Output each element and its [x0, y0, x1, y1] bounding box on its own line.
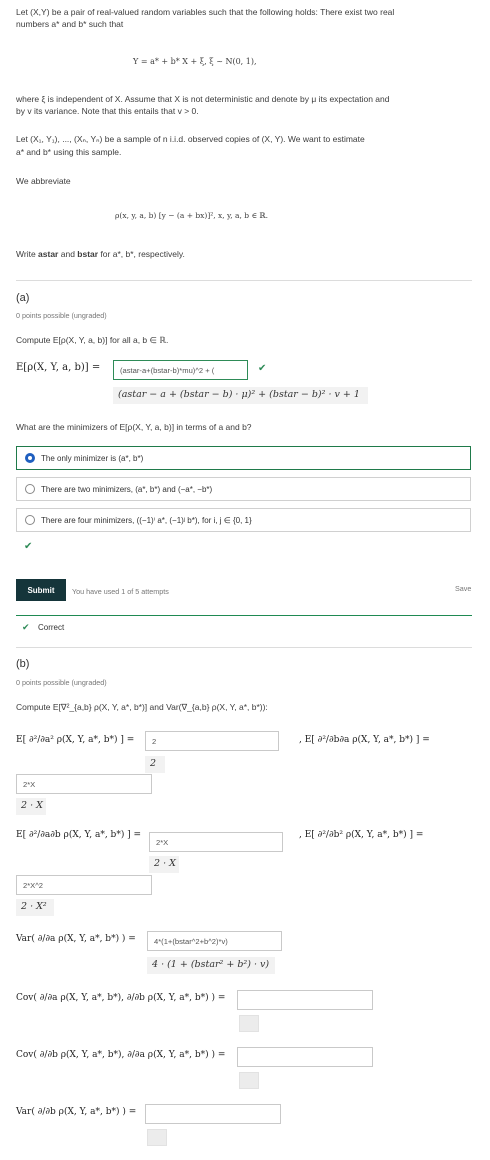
part-b-points: 0 points possible (ungraded)	[16, 678, 107, 687]
where-line-2: by v its variance. Note that this entail…	[16, 106, 199, 116]
e-ab-label: E[ ∂²/∂a∂b ρ(X, Y, a*, b*) ] =	[16, 830, 142, 840]
var-b-preview	[147, 1129, 167, 1146]
e-bb-input[interactable]: 2*X^2	[16, 875, 152, 895]
e-ba-preview: 2 · X	[16, 798, 46, 815]
var-a-preview: 4 · (1 + (bstar² + b²) · v)	[147, 957, 275, 974]
status-divider	[16, 615, 472, 616]
var-b-label: Var( ∂/∂b ρ(X, Y, a*, b*) ) =	[16, 1107, 137, 1117]
e-aa-label: E[ ∂²/∂a² ρ(X, Y, a*, b*) ] =	[16, 735, 135, 745]
intro-line-1: Let (X,Y) be a pair of real-valued rando…	[16, 7, 395, 17]
minimizers-question: What are the minimizers of E[ρ(X, Y, a, …	[16, 422, 252, 432]
var-a-label: Var( ∂/∂a ρ(X, Y, a*, b*) ) =	[16, 934, 136, 944]
cov-ba-preview	[239, 1072, 259, 1089]
option-label: There are four minimizers, ((−1)ⁱ a*, (−…	[41, 515, 252, 525]
part-b-compute: Compute E[∇²_{a,b} ρ(X, Y, a*, b*)] and …	[16, 702, 268, 712]
part-a-compute: Compute E[ρ(X, Y, a, b)] for all a, b ∈ …	[16, 335, 169, 345]
e-bb-label: , E[ ∂²/∂b² ρ(X, Y, a*, b*) ] =	[299, 830, 424, 840]
var-a-input[interactable]: 4*(1+(bstar^2+b^2)*v)	[147, 931, 282, 951]
e-ab-input[interactable]: 2*X	[149, 832, 283, 852]
e-ab-preview: 2 · X	[149, 856, 179, 873]
submit-button[interactable]: Submit	[16, 579, 66, 601]
option-label: The only minimizer is (a*, b*)	[41, 453, 144, 463]
abbreviate-text: We abbreviate	[16, 176, 71, 186]
rho-definition: ρ(x, y, a, b) [y − (a + bx)]², x, y, a, …	[115, 211, 268, 220]
write-instruction: Write astar and bstar for a*, b*, respec…	[16, 249, 185, 259]
intro-line-2: numbers a* and b* such that	[16, 19, 124, 29]
cov-ab-input[interactable]	[237, 990, 373, 1010]
cov-ab-preview	[239, 1015, 259, 1032]
part-a-heading: (a)	[16, 292, 30, 304]
radio-empty-icon[interactable]	[25, 484, 35, 494]
e-ba-label: , E[ ∂²/∂b∂a ρ(X, Y, a*, b*) ] =	[299, 735, 430, 745]
e-aa-preview: 2	[145, 756, 165, 773]
check-icon: ✔	[22, 623, 30, 633]
status-correct: Correct	[38, 623, 65, 632]
cov-ab-label: Cov( ∂/∂a ρ(X, Y, a*, b*), ∂/∂b ρ(X, Y, …	[16, 993, 226, 1003]
e-bb-preview: 2 · X²	[16, 899, 54, 916]
model-equation: Y = a* + b* X + ξ, ξ ~ N(0, 1),	[133, 57, 257, 66]
option-two-minimizers[interactable]: There are two minimizers, (a*, b*) and (…	[16, 477, 471, 501]
radio-empty-icon[interactable]	[25, 515, 35, 525]
check-icon: ✔	[24, 541, 33, 552]
check-icon: ✔	[258, 363, 267, 374]
cov-ba-label: Cov( ∂/∂b ρ(X, Y, a*, b*), ∂/∂a ρ(X, Y, …	[16, 1050, 226, 1060]
option-four-minimizers[interactable]: There are four minimizers, ((−1)ⁱ a*, (−…	[16, 508, 471, 532]
option-label: There are two minimizers, (a*, b*) and (…	[41, 484, 213, 494]
e-ba-input[interactable]: 2*X	[16, 774, 152, 794]
part-b-heading: (b)	[16, 658, 30, 670]
expectation-input[interactable]: (astar-a+(bstar-b)*mu)^2 + (	[113, 360, 248, 380]
attempts-text: You have used 1 of 5 attempts	[72, 587, 169, 596]
divider	[16, 647, 472, 648]
sample-line-2: a* and b* using this sample.	[16, 147, 122, 157]
option-only-minimizer[interactable]: The only minimizer is (a*, b*)	[16, 446, 471, 470]
sample-line-1: Let (X₁, Y₁), ..., (Xₙ, Yₙ) be a sample …	[16, 134, 365, 144]
expectation-preview: (astar − a + (bstar − b) · μ)² + (bstar …	[113, 387, 368, 404]
cov-ba-input[interactable]	[237, 1047, 373, 1067]
radio-selected-icon[interactable]	[25, 453, 35, 463]
where-line-1: where ξ is independent of X. Assume that…	[16, 94, 390, 104]
divider	[16, 280, 472, 281]
save-button[interactable]: Save	[455, 584, 471, 593]
expectation-label: E[ρ(X, Y, a, b)] =	[16, 362, 101, 373]
part-a-points: 0 points possible (ungraded)	[16, 311, 107, 320]
e-aa-input[interactable]: 2	[145, 731, 279, 751]
var-b-input[interactable]	[145, 1104, 281, 1124]
